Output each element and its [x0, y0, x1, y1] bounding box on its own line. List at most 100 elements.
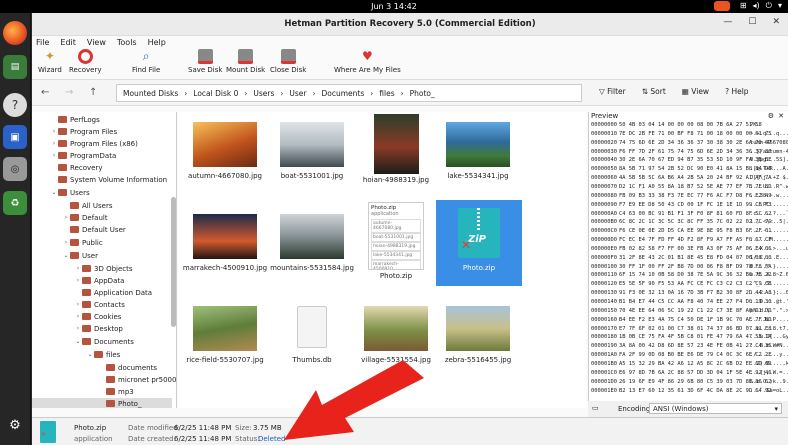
chevron-right-icon[interactable]: ›: [62, 239, 70, 246]
file-item[interactable]: marrakech-4500910.jpg: [183, 208, 267, 288]
chevron-right-icon[interactable]: ›: [50, 128, 58, 135]
tree-item[interactable]: › Cookies: [74, 311, 122, 322]
tree-item[interactable]: › Default: [62, 212, 108, 223]
tree-item[interactable]: System Volume Information: [58, 174, 167, 185]
apps-grid-icon[interactable]: ⚙: [3, 413, 27, 437]
tree-item[interactable]: › Program Files (x86): [50, 138, 138, 149]
chevron-right-icon[interactable]: ›: [74, 265, 82, 272]
recovery-button[interactable]: Recovery: [69, 49, 101, 74]
app-store-icon[interactable]: ▤: [3, 55, 27, 79]
close-disk-button[interactable]: Close Disk: [270, 49, 306, 74]
chevron-right-icon[interactable]: ›: [74, 313, 82, 320]
menu-view[interactable]: View: [87, 38, 106, 47]
tree-item[interactable]: Recovery: [58, 162, 102, 173]
view-button[interactable]: ▦ View: [682, 87, 709, 96]
tree-item[interactable]: ⌄ User: [62, 250, 97, 261]
clock[interactable]: Jun 3 14:42: [0, 2, 788, 11]
file-item[interactable]: Photo.zip application autumn-4667080.jpg…: [354, 200, 438, 280]
tree-item-selected[interactable]: Photo_: [32, 398, 172, 408]
tree-item[interactable]: Application Data: [82, 287, 152, 298]
help-button[interactable]: ? Help: [725, 87, 748, 96]
tree-item[interactable]: All Users: [70, 200, 113, 211]
system-tray[interactable]: ⊞ ◂) ⏻ ▾: [740, 1, 782, 11]
tree-item[interactable]: mp3: [106, 386, 134, 397]
save-disk-button[interactable]: Save Disk: [188, 49, 222, 74]
tree-item[interactable]: › 3D Objects: [74, 263, 133, 274]
hex-addr: 00000090: [591, 201, 617, 208]
tree-item[interactable]: PerfLogs: [58, 114, 100, 125]
file-item[interactable]: lake-5534341.jpg: [436, 116, 520, 196]
maximize-icon[interactable]: ☐: [748, 17, 756, 27]
volume-icon[interactable]: ◂): [753, 1, 760, 11]
breadcrumb-item[interactable]: Users: [253, 89, 274, 98]
forward-icon[interactable]: →: [65, 87, 73, 98]
chevron-down-icon[interactable]: ⌄: [62, 252, 70, 259]
up-icon[interactable]: ↑: [89, 87, 97, 98]
tree-item[interactable]: ⌄ Documents: [74, 336, 133, 347]
sort-button[interactable]: ⇅ Sort: [642, 87, 666, 96]
file-item[interactable]: mountains-5531584.jpg: [270, 208, 354, 288]
mount-disk-button[interactable]: Mount Disk: [226, 49, 265, 74]
file-item[interactable]: hoian-4988319.jpg: [354, 112, 438, 192]
breadcrumb-item[interactable]: Local Disk 0: [193, 89, 238, 98]
chevron-right-icon[interactable]: ›: [74, 325, 82, 332]
breadcrumb[interactable]: Mounted Disks › Local Disk 0 › Users › User…: [116, 84, 582, 102]
file-item[interactable]: Thumbs.db: [270, 300, 354, 380]
breadcrumb-item[interactable]: Mounted Disks: [123, 89, 178, 98]
firefox-icon[interactable]: [3, 21, 27, 45]
chevron-right-icon[interactable]: ›: [74, 301, 82, 308]
chevron-down-icon[interactable]: ▾: [778, 1, 782, 11]
find-file-button[interactable]: ⌕ Find File: [132, 49, 160, 74]
tree-item[interactable]: › Program Files: [50, 126, 117, 137]
tree-item[interactable]: › Contacts: [74, 299, 125, 310]
chevron-right-icon[interactable]: ›: [62, 214, 70, 221]
tree-item[interactable]: ⌄ files: [86, 349, 120, 360]
close-icon[interactable]: ✕: [778, 112, 784, 120]
file-item[interactable]: village-5531554.jpg: [354, 300, 438, 380]
file-item[interactable]: zebra-5516455.jpg: [436, 300, 520, 380]
file-item[interactable]: rice-field-5530707.jpg: [183, 300, 267, 380]
filter-button[interactable]: ▽ Filter: [599, 87, 626, 96]
menu-file[interactable]: File: [36, 38, 49, 47]
tree-item[interactable]: › ProgramData: [50, 150, 116, 161]
tree-item[interactable]: › AppData: [74, 275, 125, 286]
power-icon[interactable]: ⏻: [766, 1, 772, 11]
encoding-select[interactable]: ANSI (Windows) ▾: [649, 403, 782, 414]
back-icon[interactable]: ←: [41, 87, 49, 98]
file-item[interactable]: autumn-4667080.jpg: [183, 116, 267, 196]
hetman-app-icon[interactable]: ▣: [3, 125, 27, 149]
file-item-selected[interactable]: ZiP ✕ Photo.zip: [436, 200, 522, 286]
tree-item[interactable]: › Desktop: [74, 323, 123, 334]
trash-icon[interactable]: ♻: [3, 191, 27, 215]
tree-item[interactable]: micronet pr5000u2f: [106, 374, 176, 385]
scrollbar[interactable]: [171, 197, 176, 327]
app-indicator-icon[interactable]: [714, 1, 730, 11]
breadcrumb-item[interactable]: User: [289, 89, 306, 98]
chevron-down-icon[interactable]: ⌄: [50, 189, 58, 196]
chevron-down-icon[interactable]: ▾: [774, 404, 778, 414]
menu-edit[interactable]: Edit: [60, 38, 76, 47]
settings-icon[interactable]: ⚙: [768, 112, 774, 120]
disk-icon[interactable]: ◎: [3, 157, 27, 181]
tree-item[interactable]: documents: [106, 362, 157, 373]
chevron-right-icon[interactable]: ›: [74, 277, 82, 284]
breadcrumb-item[interactable]: files: [379, 89, 394, 98]
breadcrumb-item[interactable]: Photo_: [410, 89, 435, 98]
menu-help[interactable]: Help: [148, 38, 166, 47]
minimize-icon[interactable]: —: [723, 17, 732, 27]
tree-item[interactable]: › Public: [62, 237, 103, 248]
breadcrumb-item[interactable]: Documents: [322, 89, 365, 98]
tree-item[interactable]: Default User: [70, 224, 126, 235]
where-are-my-files-button[interactable]: ♥ Where Are My Files: [334, 49, 401, 74]
chevron-right-icon[interactable]: ›: [50, 152, 58, 159]
help-icon[interactable]: ?: [3, 93, 27, 117]
close-icon[interactable]: ✕: [772, 17, 780, 27]
network-icon[interactable]: ⊞: [740, 1, 747, 11]
file-item[interactable]: boat-5531001.jpg: [270, 116, 354, 196]
wizard-button[interactable]: ✦ Wizard: [38, 49, 62, 74]
menu-tools[interactable]: Tools: [117, 38, 137, 47]
chevron-down-icon[interactable]: ⌄: [86, 351, 94, 358]
tree-item[interactable]: ⌄ Users: [50, 187, 89, 198]
chevron-right-icon[interactable]: ›: [50, 140, 58, 147]
chevron-down-icon[interactable]: ⌄: [74, 338, 82, 345]
